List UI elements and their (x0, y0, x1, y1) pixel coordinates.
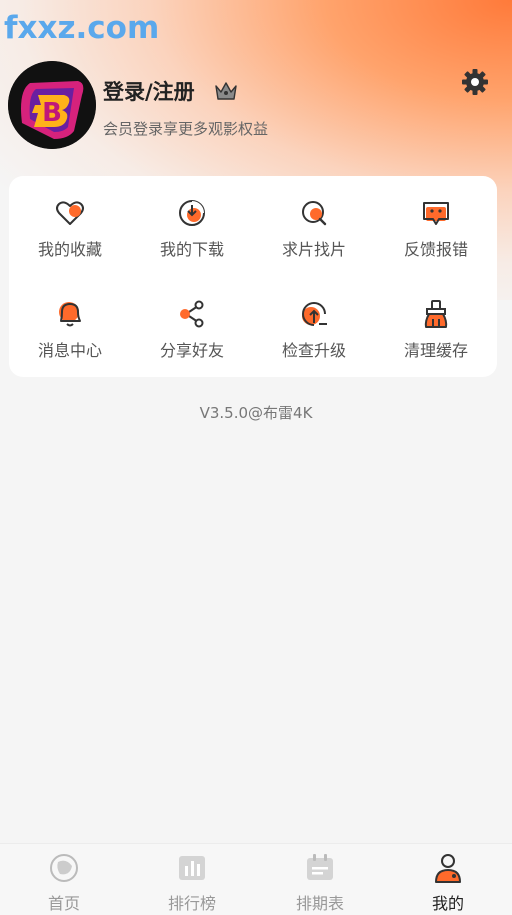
menu-item-upgrade[interactable]: 检查升级 (253, 277, 375, 367)
menu-item-label: 分享好友 (159, 341, 224, 360)
login-register-title[interactable]: 登录/注册 (103, 76, 195, 106)
tab-label: 我的 (431, 894, 464, 913)
ranking-icon (179, 856, 205, 880)
bell-icon (59, 302, 81, 327)
menu-item-label: 求片找片 (281, 240, 346, 259)
menu-item-downloads[interactable]: 我的下载 (131, 176, 253, 266)
home-icon (50, 854, 78, 882)
menu-item-label: 消息中心 (37, 341, 102, 360)
menu-item-label: 反馈报错 (403, 240, 468, 259)
version-text: V3.5.0@布雷4K (199, 404, 313, 422)
profile-icon (435, 854, 461, 883)
login-subtitle: 会员登录享更多观影权益 (103, 120, 269, 138)
bottom-tab-bar: 首页 排行榜 排期表 我的 (0, 843, 512, 915)
tab-schedule[interactable]: 排期表 (256, 844, 384, 915)
tab-mine[interactable]: 我的 (384, 844, 512, 915)
menu-item-label: 清理缓存 (403, 341, 468, 360)
crown-icon (215, 82, 237, 100)
feedback-icon (423, 202, 449, 225)
tab-ranking[interactable]: 排行榜 (128, 844, 256, 915)
avatar-letter: B (42, 98, 62, 128)
menu-item-request[interactable]: 求片找片 (253, 176, 375, 266)
tab-label: 首页 (47, 894, 80, 913)
broom-icon (424, 300, 448, 328)
tab-label: 排期表 (295, 894, 344, 913)
avatar[interactable]: B (8, 61, 96, 149)
share-icon (180, 300, 204, 328)
menu-item-favorites[interactable]: 我的收藏 (9, 176, 131, 266)
heart-icon (56, 201, 84, 225)
menu-item-share[interactable]: 分享好友 (131, 277, 253, 367)
menu-item-label: 检查升级 (281, 341, 346, 360)
tab-home[interactable]: 首页 (0, 844, 128, 915)
menu-item-label: 我的下载 (159, 240, 224, 259)
avatar-logo-icon: B (8, 61, 96, 149)
menu-item-label: 我的收藏 (37, 240, 102, 259)
menu-card: 我的收藏 我的下载 求片找片 反馈报错 消息中心 分享好友 检查升级 清理缓存 (9, 176, 497, 377)
upgrade-icon (302, 302, 327, 326)
menu-item-feedback[interactable]: 反馈报错 (375, 176, 497, 266)
tab-label: 排行榜 (167, 894, 216, 913)
menu-item-messages[interactable]: 消息中心 (9, 277, 131, 367)
gear-icon[interactable] (460, 67, 490, 97)
menu-item-clear-cache[interactable]: 清理缓存 (375, 277, 497, 367)
search-icon (302, 201, 327, 226)
download-icon (179, 200, 205, 226)
watermark: fxxz.com (4, 10, 160, 46)
calendar-icon (307, 854, 333, 880)
